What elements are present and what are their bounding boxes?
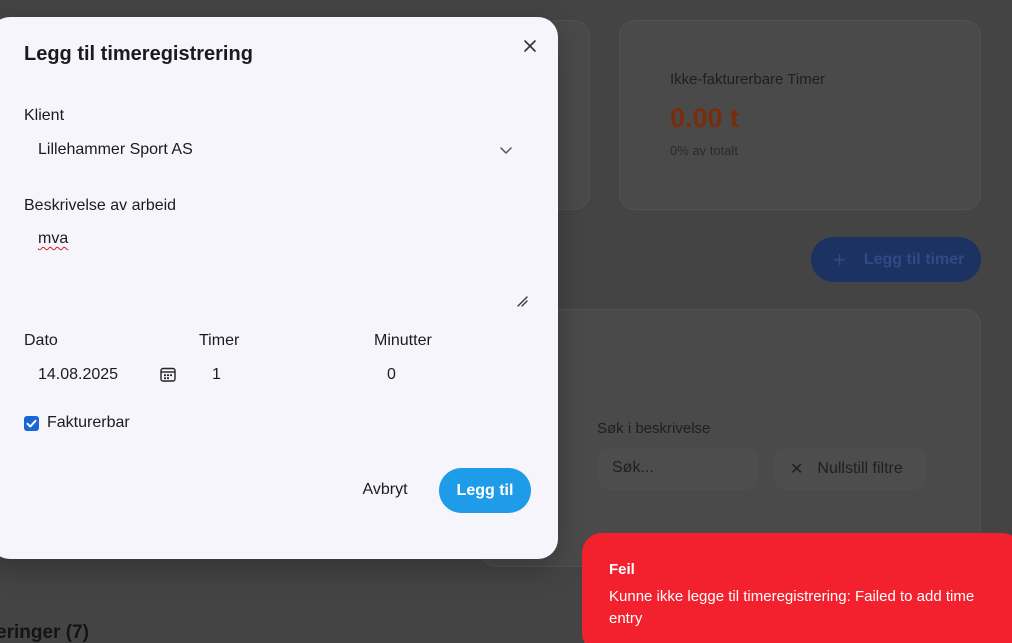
reset-filters-button[interactable]: ✕ Nullstill filtre bbox=[774, 448, 926, 490]
plus-icon: + bbox=[833, 246, 846, 272]
minutes-input[interactable]: 0 bbox=[387, 360, 537, 390]
minutes-label: Minutter bbox=[374, 332, 432, 349]
hours-value: 1 bbox=[212, 366, 221, 383]
add-button[interactable]: Legg til bbox=[439, 468, 531, 513]
close-icon[interactable] bbox=[520, 36, 540, 56]
client-select[interactable]: Lillehammer Sport AS bbox=[24, 132, 524, 168]
cancel-button[interactable]: Avbryt bbox=[350, 468, 420, 512]
description-textarea[interactable]: mva bbox=[24, 222, 530, 312]
add-time-entry-dialog: Legg til timeregistrering Klient Lilleha… bbox=[0, 17, 558, 559]
reset-filters-label: Nullstill filtre bbox=[817, 460, 903, 477]
date-label: Dato bbox=[24, 332, 58, 349]
dialog-title: Legg til timeregistrering bbox=[24, 43, 253, 65]
description-value: mva bbox=[38, 230, 69, 247]
client-select-value: Lillehammer Sport AS bbox=[38, 141, 193, 158]
toast-message: Kunne ikke legge til timeregistrering: F… bbox=[609, 588, 975, 627]
date-value: 14.08.2025 bbox=[38, 366, 119, 383]
stat-subtext: 0% av totalt bbox=[670, 143, 738, 158]
stat-label: Ikke-fakturerbare Timer bbox=[670, 71, 826, 88]
close-icon: ✕ bbox=[790, 461, 804, 478]
non-billable-stats-card: Ikke-fakturerbare Timer 0.00 t 0% av tot… bbox=[619, 20, 981, 210]
client-label: Klient bbox=[24, 107, 65, 124]
hours-label: Timer bbox=[199, 332, 240, 349]
calendar-icon[interactable] bbox=[159, 365, 177, 383]
description-label: Beskrivelse av arbeid bbox=[24, 197, 177, 214]
toast-title: Feil bbox=[609, 561, 635, 578]
minutes-value: 0 bbox=[387, 366, 396, 383]
error-toast: Feil Kunne ikke legge til timeregistreri… bbox=[582, 533, 1012, 643]
add-hours-button[interactable]: + Legg til timer bbox=[811, 237, 981, 282]
add-hours-label: Legg til timer bbox=[863, 250, 965, 268]
hours-input[interactable]: 1 bbox=[212, 360, 362, 390]
search-label: Søk i beskrivelse bbox=[597, 420, 711, 437]
billable-checkbox[interactable] bbox=[24, 416, 39, 431]
billable-label[interactable]: Fakturerbar bbox=[47, 414, 130, 432]
section-title: eringer (7) bbox=[0, 622, 89, 643]
stat-value: 0.00 t bbox=[670, 103, 740, 133]
date-input[interactable]: 14.08.2025 bbox=[38, 360, 178, 390]
search-input[interactable]: Søk... bbox=[598, 448, 758, 490]
checkmark-icon bbox=[26, 419, 37, 428]
resize-handle-icon[interactable] bbox=[516, 295, 528, 307]
chevron-down-icon bbox=[500, 147, 512, 154]
